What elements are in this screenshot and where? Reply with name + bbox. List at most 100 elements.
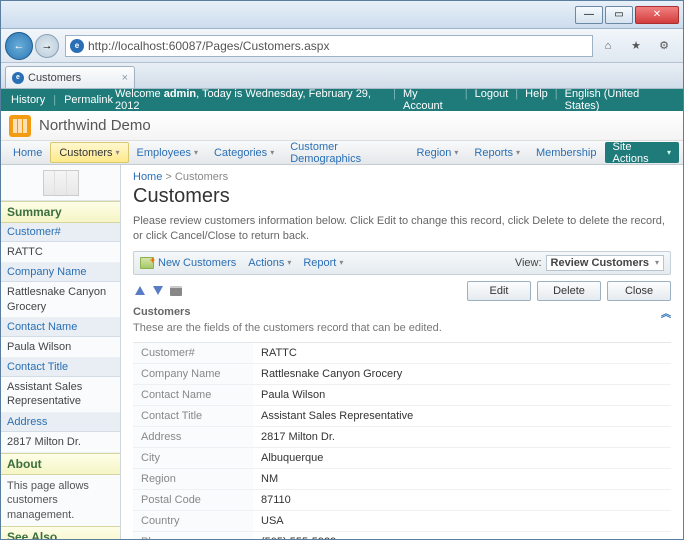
window-maximize-button[interactable]: ▭ — [605, 6, 633, 24]
chevron-down-icon: ▾ — [270, 148, 274, 157]
logout-link[interactable]: Logout — [475, 89, 509, 112]
url-input[interactable] — [88, 39, 588, 53]
menu-customers[interactable]: Customers▾ — [50, 142, 128, 163]
view-label: View: — [515, 257, 542, 269]
menu-membership[interactable]: Membership — [528, 141, 605, 164]
actions-menu[interactable]: Actions▾ — [248, 257, 291, 269]
form-value: Assistant Sales Representative — [253, 406, 671, 426]
form-row: CityAlbuquerque — [133, 448, 671, 469]
form-row: Contact NamePaula Wilson — [133, 385, 671, 406]
view-selector[interactable]: Review Customers ▾ — [546, 255, 664, 271]
main-menu: Home Customers▾ Employees▾ Categories▾ C… — [1, 141, 683, 165]
favorites-icon[interactable]: ★ — [627, 37, 645, 55]
breadcrumb-home[interactable]: Home — [133, 171, 162, 183]
sidebar-contact-label: Contact Name — [1, 318, 120, 337]
sidebar: Summary Customer# RATTC Company Name Rat… — [1, 165, 121, 539]
form-label: Postal Code — [133, 490, 253, 510]
address-bar[interactable]: e — [65, 35, 593, 57]
browser-tab[interactable]: e Customers × — [5, 66, 135, 88]
form-value: Rattlesnake Canyon Grocery — [253, 364, 671, 384]
sidebar-contact-value: Paula Wilson — [1, 337, 120, 358]
menu-employees[interactable]: Employees▾ — [129, 141, 206, 164]
form-label: Address — [133, 427, 253, 447]
chevron-down-icon: ▾ — [194, 148, 198, 157]
language-link[interactable]: English (United States) — [565, 89, 673, 112]
close-button[interactable]: Close — [607, 281, 671, 301]
edit-button[interactable]: Edit — [467, 281, 531, 301]
my-account-link[interactable]: My Account — [403, 89, 458, 112]
main-panel: Home > Customers Customers Please review… — [121, 165, 683, 539]
menu-reports[interactable]: Reports▾ — [466, 141, 528, 164]
history-link[interactable]: History — [11, 94, 45, 106]
sidebar-custno-value: RATTC — [1, 242, 120, 263]
sidebar-preview-icon — [1, 165, 120, 201]
home-icon[interactable]: ⌂ — [599, 37, 617, 55]
chevron-down-icon: ▾ — [667, 148, 671, 157]
chevron-down-icon: ▾ — [655, 258, 659, 267]
brand-logo-icon — [9, 115, 31, 137]
tools-icon[interactable]: ⚙ — [655, 37, 673, 55]
form-row: Address2817 Milton Dr. — [133, 427, 671, 448]
delete-button[interactable]: Delete — [537, 281, 601, 301]
menu-home[interactable]: Home — [5, 141, 50, 164]
sidebar-address-value: 2817 Milton Dr. — [1, 432, 120, 453]
form-row: Contact TitleAssistant Sales Representat… — [133, 406, 671, 427]
sidebar-summary-header: Summary — [1, 201, 120, 223]
permalink-link[interactable]: Permalink — [64, 94, 113, 106]
browser-navbar: ← → e ⌂ ★ ⚙ — [1, 29, 683, 63]
form-row: Phone(505) 555-5939 — [133, 532, 671, 539]
tab-close-icon[interactable]: × — [122, 72, 128, 84]
form-value: RATTC — [253, 343, 671, 363]
section-subtitle: These are the fields of the customers re… — [133, 322, 671, 334]
form-row: Customer#RATTC — [133, 343, 671, 364]
browser-tabstrip: e Customers × — [1, 63, 683, 89]
menu-categories[interactable]: Categories▾ — [206, 141, 282, 164]
window-minimize-button[interactable]: — — [575, 6, 603, 24]
page-description: Please review customers information belo… — [133, 214, 671, 245]
record-toolbar: New Customers Actions▾ Report▾ View: Rev… — [133, 251, 671, 275]
form-value: (505) 555-5939 — [253, 532, 671, 539]
chevron-down-icon: ▾ — [516, 148, 520, 157]
browser-back-button[interactable]: ← — [5, 32, 33, 60]
sidebar-about-header: About — [1, 453, 120, 475]
form-value: Paula Wilson — [253, 385, 671, 405]
form-label: Contact Name — [133, 385, 253, 405]
form-row: CountryUSA — [133, 511, 671, 532]
section-title: Customers — [133, 306, 190, 318]
chevron-down-icon: ▾ — [454, 148, 458, 157]
print-icon[interactable] — [169, 284, 183, 298]
brand-bar: Northwind Demo — [1, 111, 683, 141]
form-row: Postal Code87110 — [133, 490, 671, 511]
sidebar-title-label: Contact Title — [1, 358, 120, 377]
browser-forward-button[interactable]: → — [35, 34, 59, 58]
form-value: Albuquerque — [253, 448, 671, 468]
sidebar-see-also-header: See Also — [1, 526, 120, 539]
form-label: Region — [133, 469, 253, 489]
move-up-icon[interactable] — [133, 284, 147, 298]
form-label: City — [133, 448, 253, 468]
move-down-icon[interactable] — [151, 284, 165, 298]
menu-region[interactable]: Region▾ — [409, 141, 467, 164]
chevron-down-icon: ▾ — [116, 148, 120, 157]
breadcrumb: Home > Customers — [133, 171, 671, 183]
form-value: USA — [253, 511, 671, 531]
app-topbar: History | Permalink Welcome admin, Today… — [1, 89, 683, 111]
chevron-down-icon: ▾ — [339, 258, 343, 267]
collapse-icon[interactable]: ︽ — [661, 305, 671, 320]
form-value: NM — [253, 469, 671, 489]
brand-title: Northwind Demo — [39, 117, 151, 134]
menu-site-actions[interactable]: Site Actions▾ — [605, 142, 680, 163]
page-title: Customers — [133, 185, 671, 208]
window-close-button[interactable]: ✕ — [635, 6, 679, 24]
new-customers-button[interactable]: New Customers — [140, 257, 236, 269]
chevron-down-icon: ▾ — [287, 258, 291, 267]
menu-customer-demographics[interactable]: Customer Demographics — [282, 141, 408, 164]
form-label: Contact Title — [133, 406, 253, 426]
form-value: 2817 Milton Dr. — [253, 427, 671, 447]
breadcrumb-current: Customers — [175, 171, 228, 183]
report-menu[interactable]: Report▾ — [303, 257, 343, 269]
sidebar-custno-label: Customer# — [1, 223, 120, 242]
help-link[interactable]: Help — [525, 89, 548, 112]
sidebar-address-label: Address — [1, 413, 120, 432]
new-icon — [140, 257, 154, 269]
